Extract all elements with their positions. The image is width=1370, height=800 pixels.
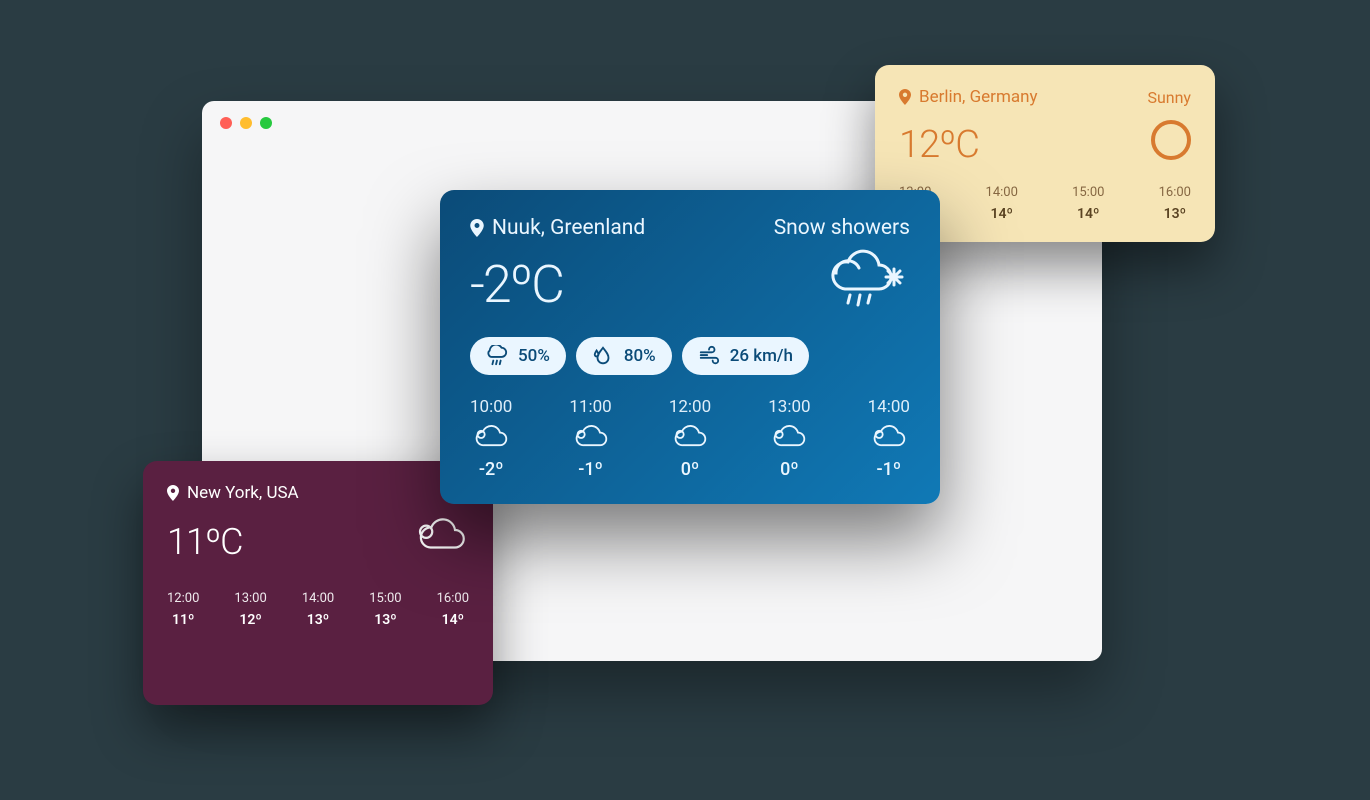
precipitation-value: 50% — [518, 346, 550, 366]
location-pin-icon — [167, 485, 179, 501]
humidity-pill: 80% — [576, 337, 672, 375]
wind-pill: 26 km/h — [682, 337, 809, 375]
forecast-hour: 16:0014º — [437, 591, 469, 628]
location-row: New York, USA — [167, 483, 299, 503]
forecast-hour: 15:0013º — [369, 591, 401, 628]
cloud-icon — [771, 425, 807, 451]
sun-icon — [1151, 120, 1191, 160]
location-row: Berlin, Germany — [899, 87, 1038, 107]
current-temp: -2ºC — [470, 254, 563, 315]
weather-card-nuuk[interactable]: Nuuk, Greenland Snow showers -2ºC 50% — [440, 190, 940, 504]
forecast-hour: 15:0014º — [1072, 185, 1104, 222]
wind-value: 26 km/h — [730, 346, 793, 366]
location-label: Nuuk, Greenland — [492, 216, 645, 240]
location-label: Berlin, Germany — [919, 87, 1038, 107]
forecast-hour: 11:00 -1º — [569, 397, 611, 480]
hourly-forecast: 10:00 -2º 11:00 -1º 12:00 0º 13:00 0º 14… — [470, 397, 910, 480]
location-label: New York, USA — [187, 483, 299, 503]
location-pin-icon — [899, 89, 911, 105]
hourly-forecast: 12:0011º 13:0012º 14:0013º 15:0013º 16:0… — [167, 591, 469, 628]
forecast-hour: 14:0014º — [986, 185, 1018, 222]
cloud-icon — [871, 425, 907, 451]
humidity-icon — [592, 345, 614, 367]
forecast-hour: 12:0011º — [167, 591, 199, 628]
forecast-hour: 14:0013º — [302, 591, 334, 628]
condition-label: Sunny — [1147, 88, 1191, 107]
condition-label: Snow showers — [774, 216, 910, 240]
precipitation-pill: 50% — [470, 337, 566, 375]
forecast-hour: 16:0013º — [1159, 185, 1191, 222]
current-temp: 11ºC — [167, 521, 243, 563]
cloud-icon — [473, 425, 509, 451]
current-temp: 12ºC — [899, 123, 979, 167]
wind-icon — [698, 345, 720, 367]
maximize-icon[interactable] — [260, 117, 272, 129]
metrics-row: 50% 80% 26 km/h — [470, 337, 910, 375]
cloud-icon — [672, 425, 708, 451]
forecast-hour: 10:00 -2º — [470, 397, 512, 480]
minimize-icon[interactable] — [240, 117, 252, 129]
precipitation-icon — [486, 345, 508, 367]
cloud-icon — [573, 425, 609, 451]
snow-showers-icon — [810, 243, 910, 313]
forecast-hour: 12:00 0º — [669, 397, 711, 480]
humidity-value: 80% — [624, 346, 656, 366]
forecast-hour: 13:0012º — [234, 591, 266, 628]
location-pin-icon — [470, 219, 484, 237]
hourly-forecast: 13:0013º 14:0014º 15:0014º 16:0013º — [899, 185, 1191, 222]
weather-card-newyork[interactable]: New York, USA C 11ºC 12:0011º 13:0012º 1… — [143, 461, 493, 705]
forecast-hour: 14:00 -1º — [868, 397, 910, 480]
cloud-icon — [413, 517, 469, 557]
close-icon[interactable] — [220, 117, 232, 129]
forecast-hour: 13:00 0º — [768, 397, 810, 480]
location-row: Nuuk, Greenland — [470, 216, 645, 240]
